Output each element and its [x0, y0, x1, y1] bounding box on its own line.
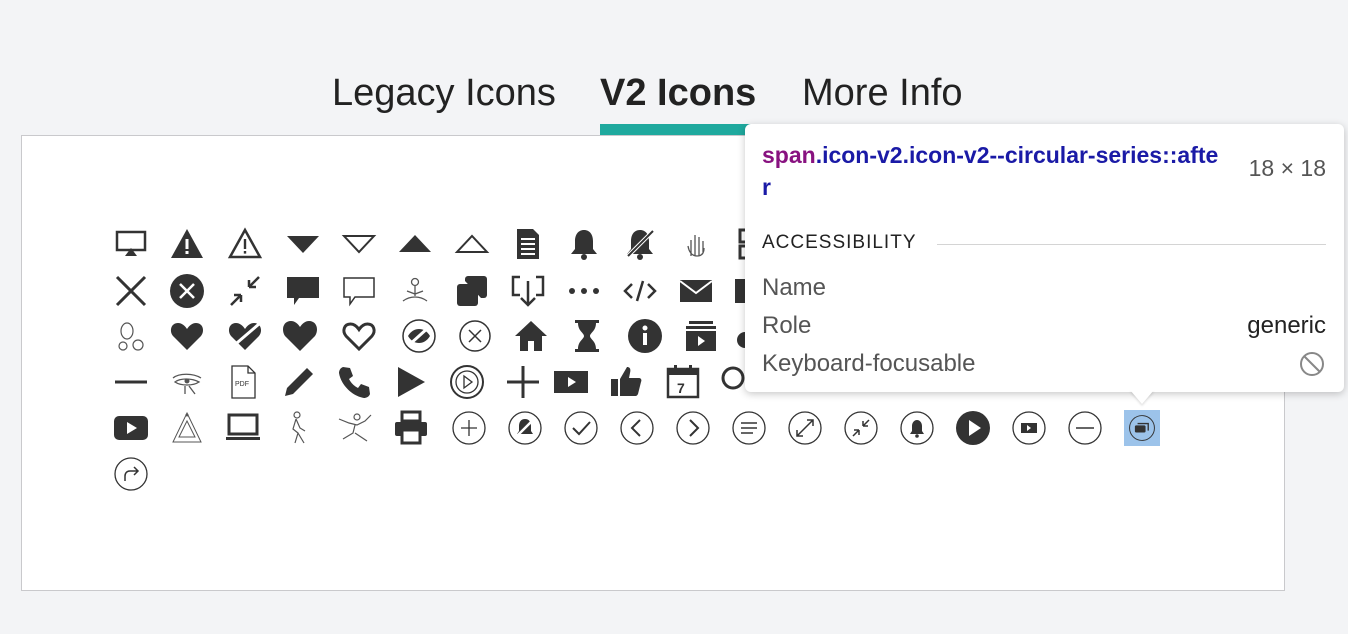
- eye-slash-icon[interactable]: [399, 316, 439, 356]
- circle-check-icon[interactable]: [561, 408, 601, 448]
- circle-play-filled-icon[interactable]: [953, 408, 993, 448]
- tab-v2-icons[interactable]: V2 Icons: [600, 70, 756, 116]
- download-icon[interactable]: [508, 271, 548, 311]
- circle-plus-icon[interactable]: [449, 408, 489, 448]
- copy-icon[interactable]: [452, 271, 492, 311]
- no-entry-icon: [1298, 350, 1326, 385]
- circle-chevron-left-icon[interactable]: [617, 408, 657, 448]
- triangle-up-outline-icon[interactable]: [452, 224, 492, 264]
- svg-text:7: 7: [677, 380, 685, 396]
- play-circle-icon[interactable]: [447, 362, 487, 402]
- accessibility-focusable-row: Keyboard-focusable: [762, 350, 1326, 378]
- element-classes: .icon-v2.icon-v2--circular-series::after: [762, 142, 1219, 200]
- circle-minus-icon[interactable]: [1065, 408, 1105, 448]
- pencil-icon[interactable]: [279, 362, 319, 402]
- accessibility-heading: ACCESSIBILITY: [762, 232, 917, 253]
- video-icon[interactable]: [551, 362, 591, 402]
- home-icon[interactable]: [511, 316, 551, 356]
- chat-filled-icon[interactable]: [283, 271, 323, 311]
- phone-icon[interactable]: [335, 362, 375, 402]
- heart-large-icon[interactable]: [280, 316, 320, 356]
- circle-list-icon[interactable]: [729, 408, 769, 448]
- info-icon[interactable]: [625, 316, 665, 356]
- warning-filled-icon[interactable]: [167, 224, 207, 264]
- bacteria-icon[interactable]: [111, 316, 151, 356]
- accessibility-name-row: Name: [762, 274, 1326, 302]
- mail-icon[interactable]: [676, 271, 716, 311]
- pdf-icon[interactable]: PDF: [223, 362, 263, 402]
- circle-expand-icon[interactable]: [785, 408, 825, 448]
- more-icon[interactable]: [564, 271, 604, 311]
- heart-broken-icon[interactable]: [225, 316, 265, 356]
- document-icon[interactable]: [508, 224, 548, 264]
- role-value: generic: [1247, 312, 1326, 339]
- triangle-logo-icon[interactable]: [167, 408, 207, 448]
- video-stack-icon[interactable]: [681, 316, 721, 356]
- laptop-icon[interactable]: [223, 408, 263, 448]
- circle-x-icon[interactable]: [455, 316, 495, 356]
- accessibility-role-row: Role generic: [762, 312, 1326, 340]
- name-label: Name: [762, 274, 827, 301]
- hand-wave-icon[interactable]: [676, 224, 716, 264]
- tab-more-info[interactable]: More Info: [802, 70, 963, 116]
- section-divider: [937, 244, 1326, 245]
- heart-outline-icon[interactable]: [339, 316, 379, 356]
- circle-video-icon[interactable]: [1009, 408, 1049, 448]
- airplay-icon[interactable]: [111, 224, 151, 264]
- element-dimensions: 18 × 18: [1248, 155, 1326, 181]
- minus-icon[interactable]: [111, 362, 151, 402]
- yoga-icon[interactable]: [335, 408, 375, 448]
- close-icon[interactable]: [111, 271, 151, 311]
- play-icon[interactable]: [391, 362, 431, 402]
- chat-outline-icon[interactable]: [339, 271, 379, 311]
- circle-redo-icon[interactable]: [111, 454, 151, 494]
- circle-close-filled-icon[interactable]: [167, 271, 207, 311]
- warning-outline-icon[interactable]: [225, 224, 265, 264]
- plus-icon[interactable]: [503, 362, 543, 402]
- triangle-down-outline-icon[interactable]: [339, 224, 379, 264]
- compress-icon[interactable]: [225, 271, 265, 311]
- element-tag: span: [762, 142, 816, 168]
- circle-bell-off-icon[interactable]: [505, 408, 545, 448]
- inspector-tooltip: span.icon-v2.icon-v2--circular-series::a…: [745, 124, 1344, 392]
- hourglass-icon[interactable]: [567, 316, 607, 356]
- printer-icon[interactable]: [391, 408, 431, 448]
- meditation-icon[interactable]: [395, 271, 435, 311]
- bell-off-icon[interactable]: [620, 224, 660, 264]
- circular-series-icon[interactable]: [1124, 410, 1160, 446]
- triangle-up-filled-icon[interactable]: [395, 224, 435, 264]
- code-icon[interactable]: [620, 271, 660, 311]
- element-selector: span.icon-v2.icon-v2--circular-series::a…: [762, 139, 1222, 203]
- eye-of-horus-icon[interactable]: [167, 362, 207, 402]
- circle-chevron-right-icon[interactable]: [673, 408, 713, 448]
- role-label: Role: [762, 312, 812, 339]
- heart-filled-icon[interactable]: [167, 316, 207, 356]
- hiker-icon[interactable]: [279, 408, 319, 448]
- bell-icon[interactable]: [564, 224, 604, 264]
- tab-legacy-icons[interactable]: Legacy Icons: [332, 70, 556, 116]
- focusable-label: Keyboard-focusable: [762, 350, 976, 377]
- youtube-icon[interactable]: [111, 408, 151, 448]
- svg-text:PDF: PDF: [235, 381, 249, 388]
- tooltip-arrow: [1130, 390, 1154, 404]
- circle-bell-icon[interactable]: [897, 408, 937, 448]
- triangle-down-filled-icon[interactable]: [283, 224, 323, 264]
- calendar-icon[interactable]: 7: [663, 362, 703, 402]
- circle-compress-icon[interactable]: [841, 408, 881, 448]
- thumbs-up-icon[interactable]: [607, 362, 647, 402]
